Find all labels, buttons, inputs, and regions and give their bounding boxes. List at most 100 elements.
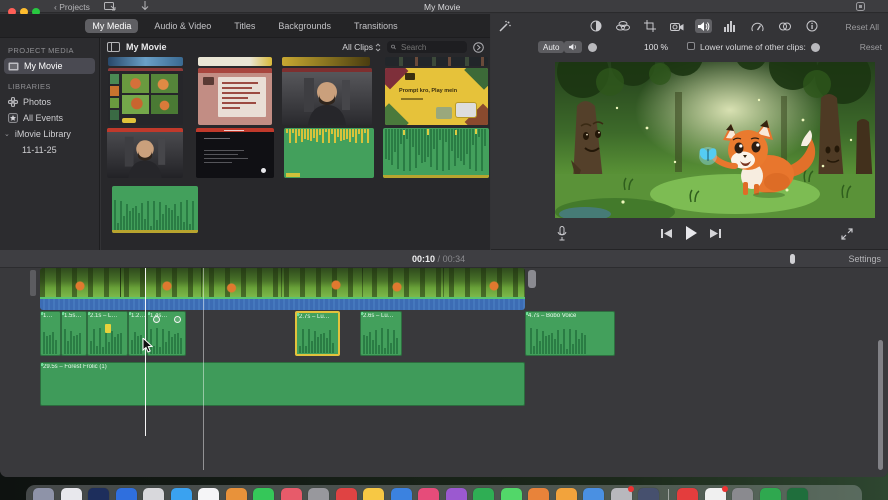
dock-icon-9[interactable] bbox=[253, 488, 274, 500]
timeline-zoom-knob[interactable] bbox=[790, 254, 795, 264]
media-thumbnail-strip-1[interactable] bbox=[108, 57, 183, 66]
track-left-handle[interactable] bbox=[30, 270, 36, 296]
audio-clip-6-selected[interactable]: 2.7s – Lu… bbox=[295, 311, 340, 356]
audio-clip-3[interactable]: 2.1s – L… bbox=[87, 311, 128, 356]
mute-button[interactable] bbox=[564, 41, 582, 53]
noise-reduction-eq-icon[interactable] bbox=[722, 19, 739, 33]
fullscreen-icon[interactable] bbox=[841, 228, 853, 240]
search-input[interactable] bbox=[399, 41, 463, 53]
sidebar-item-all-events[interactable]: All Events bbox=[0, 110, 99, 126]
media-thumbnail-fox-collage[interactable] bbox=[108, 68, 183, 125]
dock-icon-1[interactable] bbox=[33, 488, 54, 500]
search-field[interactable] bbox=[387, 41, 467, 53]
auto-volume-button[interactable]: Auto bbox=[538, 41, 565, 53]
media-thumbnail-document[interactable] bbox=[198, 68, 272, 125]
sidebar-item-event-date[interactable]: 11-11-25 bbox=[0, 142, 99, 158]
dock-icon-11[interactable] bbox=[308, 488, 329, 500]
media-thumbnail-audio-2[interactable] bbox=[383, 128, 489, 178]
enhance-wand-icon[interactable] bbox=[498, 20, 511, 33]
dock-icon-20[interactable] bbox=[555, 488, 577, 500]
clip-filter-dropdown[interactable]: All Clips bbox=[342, 42, 381, 52]
speed-icon[interactable] bbox=[749, 19, 766, 33]
color-correction-icon[interactable] bbox=[587, 19, 604, 33]
tab-transitions[interactable]: Transitions bbox=[347, 19, 405, 33]
content-browser-toggle-icon[interactable] bbox=[473, 41, 484, 53]
dock-icon-14[interactable] bbox=[390, 488, 412, 500]
sidebar-item-my-movie[interactable]: My Movie bbox=[4, 58, 95, 74]
previous-frame-button[interactable] bbox=[661, 228, 672, 239]
media-thumbnail-screen-recording[interactable] bbox=[196, 128, 274, 178]
crop-icon[interactable] bbox=[641, 19, 658, 33]
dock-icon-21[interactable] bbox=[583, 488, 604, 500]
dock-icon-28[interactable] bbox=[787, 488, 808, 500]
media-thumbnail-promo[interactable]: Prompt kro, Play mein bbox=[385, 68, 488, 125]
dock-icon-22[interactable] bbox=[610, 486, 634, 500]
color-balance-icon[interactable] bbox=[614, 19, 631, 33]
download-arrow-icon[interactable] bbox=[141, 1, 149, 11]
fade-handle-left[interactable] bbox=[153, 316, 160, 323]
audio-clip-7[interactable]: 2.6s – Lu… bbox=[360, 311, 402, 356]
dock-icon-10[interactable] bbox=[280, 488, 302, 500]
sidebar-item-photos[interactable]: Photos bbox=[0, 94, 99, 110]
dock-icon-5[interactable] bbox=[143, 488, 164, 500]
media-thumbnail-strip-2[interactable] bbox=[198, 57, 272, 66]
dock-icon-7[interactable] bbox=[198, 488, 219, 500]
volume-slider-knob[interactable] bbox=[588, 43, 597, 52]
clip-info-icon[interactable] bbox=[803, 19, 820, 33]
audio-clip-bobo-voice[interactable]: 4.7s – Bobo Voice bbox=[525, 311, 615, 356]
dock-icon-6[interactable] bbox=[170, 488, 192, 500]
media-thumbnail-strip-3[interactable] bbox=[282, 57, 370, 66]
reset-button[interactable]: Reset bbox=[860, 42, 882, 52]
tab-backgrounds[interactable]: Backgrounds bbox=[271, 19, 338, 33]
clip-filter-effects-icon[interactable] bbox=[776, 19, 793, 33]
media-thumbnail-webcam-1[interactable] bbox=[282, 68, 372, 125]
import-media-icon[interactable] bbox=[104, 2, 116, 11]
dock-icon-25[interactable] bbox=[704, 486, 728, 500]
lower-volume-slider-knob[interactable] bbox=[811, 43, 820, 52]
window-mode-icon[interactable] bbox=[856, 2, 865, 11]
dock-icon-15[interactable] bbox=[418, 488, 439, 500]
viewer-frame[interactable] bbox=[555, 62, 875, 218]
media-thumbnail-audio-1[interactable] bbox=[284, 128, 374, 178]
dock-icon-3[interactable] bbox=[88, 488, 109, 500]
tab-titles[interactable]: Titles bbox=[227, 19, 262, 33]
voiceover-mic-icon[interactable] bbox=[557, 226, 567, 241]
dock-icon-18[interactable] bbox=[500, 488, 522, 500]
audio-clip-1[interactable]: 1… bbox=[40, 311, 61, 356]
timeline-scrollbar[interactable] bbox=[878, 340, 883, 470]
dock-icon-24[interactable] bbox=[677, 488, 698, 500]
dock-icon-23[interactable] bbox=[638, 488, 659, 500]
dock-icon-13[interactable] bbox=[363, 488, 384, 500]
volume-icon[interactable] bbox=[695, 19, 712, 33]
media-thumbnail-audio-3[interactable] bbox=[112, 186, 198, 233]
dock-icon-12[interactable] bbox=[335, 488, 357, 500]
media-thumbnail-strip-4[interactable] bbox=[385, 57, 488, 66]
sidebar-toggle-icon[interactable] bbox=[107, 42, 120, 52]
tab-my-media[interactable]: My Media bbox=[85, 18, 139, 33]
next-frame-button[interactable] bbox=[710, 228, 721, 239]
dock-icon-19[interactable] bbox=[528, 488, 549, 500]
background-music-clip[interactable]: 29.5s – Forest Frolic (1) bbox=[40, 362, 525, 406]
dock-icon-27[interactable] bbox=[759, 488, 781, 500]
dock-icon-16[interactable] bbox=[445, 488, 467, 500]
clip-end-handle[interactable] bbox=[528, 270, 536, 288]
back-to-projects-button[interactable]: ‹ Projects bbox=[54, 2, 90, 12]
fade-handle-right[interactable] bbox=[174, 316, 181, 323]
dock-icon-2[interactable] bbox=[60, 488, 82, 500]
media-thumbnail-webcam-2[interactable] bbox=[107, 128, 183, 178]
stabilization-icon[interactable] bbox=[668, 19, 685, 33]
reset-all-button[interactable]: Reset All bbox=[845, 22, 879, 32]
dock-icon-17[interactable] bbox=[473, 488, 494, 500]
tab-audio-video[interactable]: Audio & Video bbox=[147, 19, 218, 33]
disclosure-chevron-icon[interactable]: ⌄ bbox=[4, 130, 10, 138]
dock-icon-8[interactable] bbox=[225, 488, 247, 500]
audio-clip-2[interactable]: 1.5s… bbox=[61, 311, 87, 356]
sidebar-item-imovie-library[interactable]: ⌄ iMovie Library bbox=[0, 126, 99, 142]
total-duration: 00:34 bbox=[442, 254, 466, 264]
play-button[interactable] bbox=[684, 226, 698, 240]
dock-icon-26[interactable] bbox=[732, 488, 753, 500]
timeline-settings-button[interactable]: Settings bbox=[848, 254, 881, 264]
lower-volume-checkbox[interactable] bbox=[687, 42, 695, 50]
dock-icon-4[interactable] bbox=[115, 488, 137, 500]
timeline-video-clip[interactable] bbox=[40, 268, 525, 310]
